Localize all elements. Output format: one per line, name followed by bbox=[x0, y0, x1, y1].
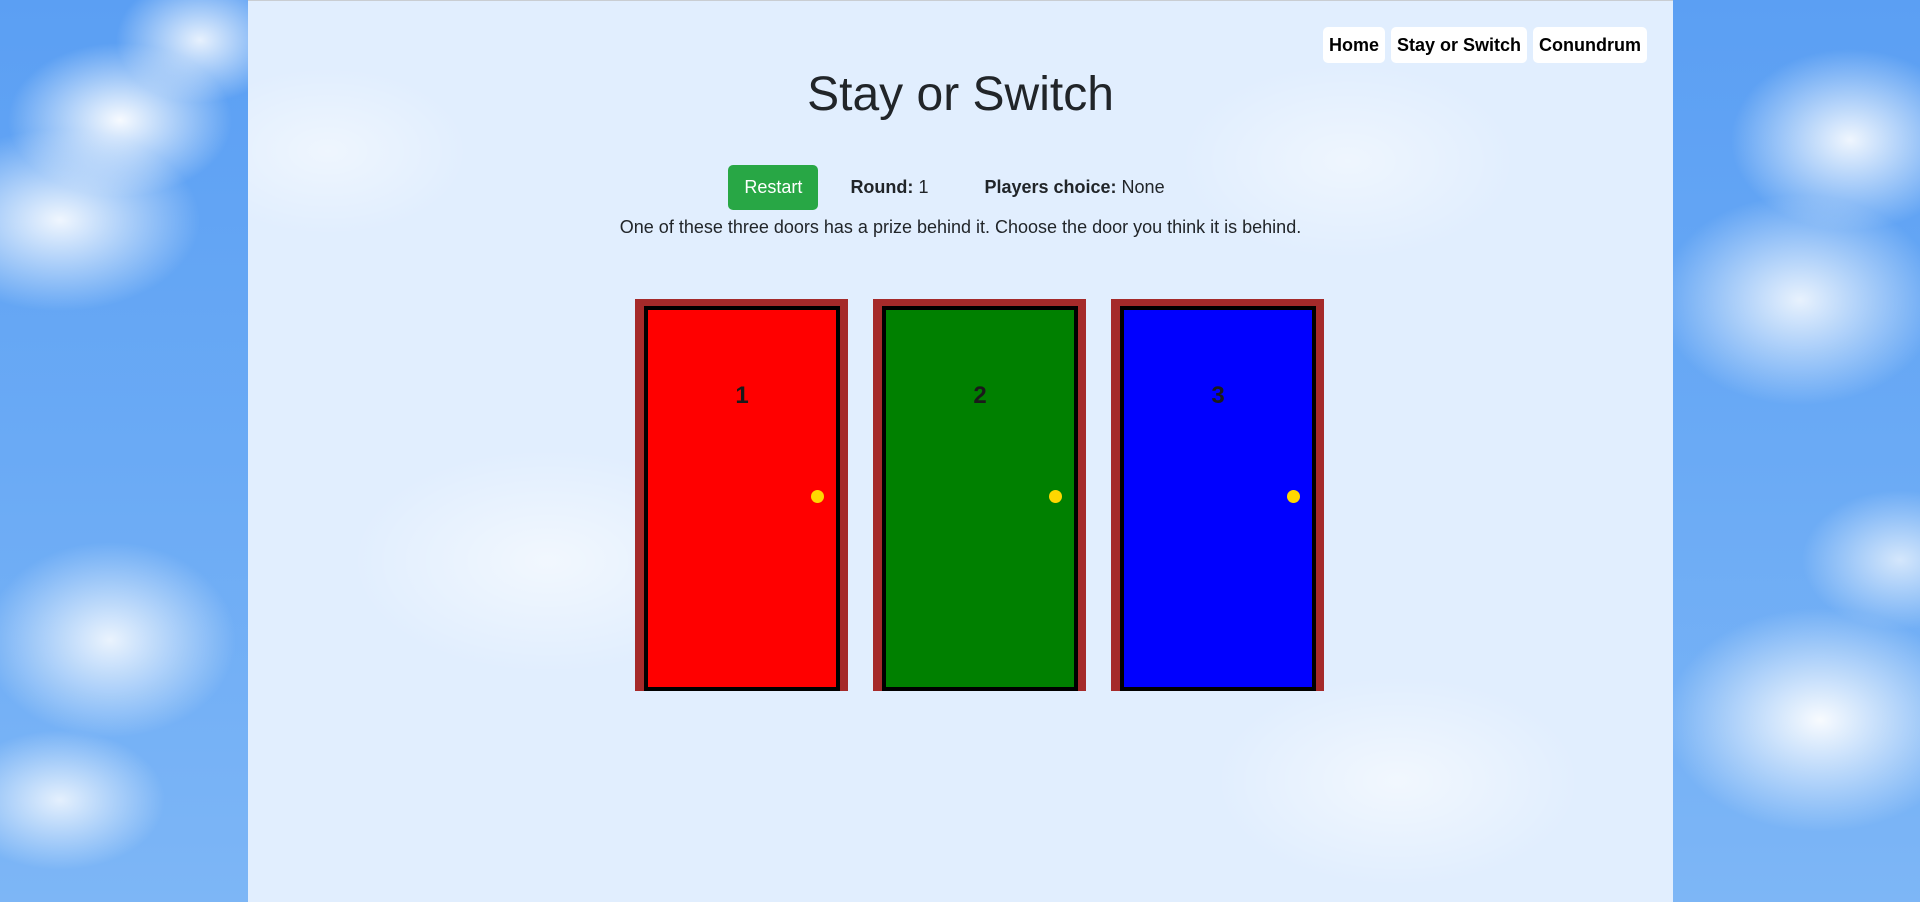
door-1[interactable]: 1 bbox=[635, 299, 848, 691]
nav-home-link[interactable]: Home bbox=[1322, 27, 1385, 63]
door-1-number: 1 bbox=[735, 382, 749, 409]
door-1-panel: 1 bbox=[644, 306, 840, 691]
page-title: Stay or Switch bbox=[807, 68, 1114, 121]
door-2-number: 2 bbox=[973, 382, 987, 409]
players-choice-value: None bbox=[1121, 177, 1165, 197]
instructions-text: One of these three doors has a prize beh… bbox=[619, 217, 1302, 237]
door-3-number: 3 bbox=[1211, 382, 1225, 409]
door-2-panel: 2 bbox=[882, 306, 1078, 691]
door-knob-icon bbox=[811, 490, 824, 503]
door-knob-icon bbox=[1049, 490, 1062, 503]
game-controls: Restart Round: 1 Players choice: None bbox=[248, 165, 1673, 210]
door-2[interactable]: 2 bbox=[873, 299, 1086, 691]
nav-stay-or-switch-link[interactable]: Stay or Switch bbox=[1390, 27, 1528, 63]
top-nav: Home Stay or Switch Conundrum bbox=[1322, 27, 1647, 63]
nav-conundrum-link[interactable]: Conundrum bbox=[1533, 27, 1647, 63]
players-choice-stat: Players choice: None bbox=[984, 177, 1164, 198]
players-choice-label: Players choice: bbox=[984, 177, 1117, 197]
round-stat: Round: 1 bbox=[850, 177, 928, 198]
round-value: 1 bbox=[918, 177, 929, 197]
door-knob-icon bbox=[1287, 490, 1300, 503]
door-3[interactable]: 3 bbox=[1111, 299, 1324, 691]
doors-row: 1 2 3 bbox=[635, 299, 1324, 691]
main-container: Home Stay or Switch Conundrum Stay or Sw… bbox=[248, 0, 1673, 902]
round-label: Round: bbox=[850, 177, 914, 197]
restart-button[interactable]: Restart bbox=[728, 165, 819, 210]
door-3-panel: 3 bbox=[1120, 306, 1316, 691]
